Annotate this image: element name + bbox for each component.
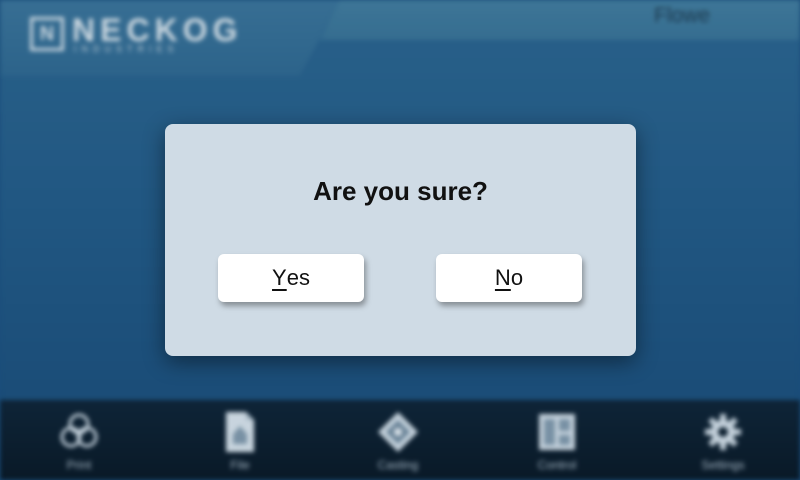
yes-button-mnemonic: Y: [272, 265, 287, 290]
yes-button-label: es: [286, 265, 310, 290]
confirm-dialog: Are you sure? Yes No: [165, 124, 636, 356]
yes-button[interactable]: Yes: [218, 254, 364, 302]
no-button[interactable]: No: [436, 254, 582, 302]
no-button-label: o: [510, 265, 524, 290]
dialog-title: Are you sure?: [313, 176, 488, 206]
no-button-mnemonic: N: [494, 265, 511, 290]
